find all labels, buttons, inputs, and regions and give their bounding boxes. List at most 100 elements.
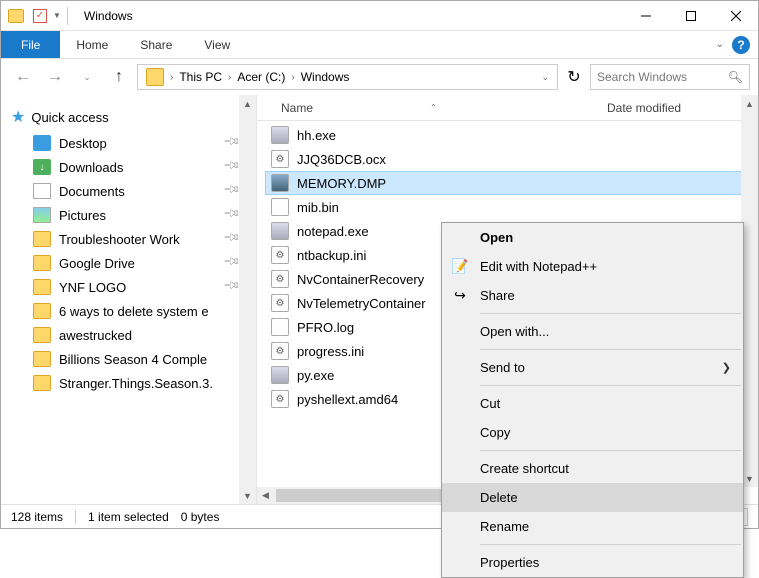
scroll-left-icon[interactable]: ◀ (257, 487, 274, 504)
file-name: hh.exe (297, 128, 336, 143)
up-button[interactable]: ↑ (105, 63, 133, 91)
chevron-right-icon[interactable]: › (168, 72, 175, 83)
search-input[interactable]: Search Windows 🔍︎ (590, 64, 750, 90)
sidebar-item[interactable]: ↓Downloads📌︎ (5, 155, 252, 179)
help-icon[interactable]: ? (732, 36, 750, 54)
file-name: py.exe (297, 368, 334, 383)
folder-icon[interactable] (5, 5, 27, 27)
column-name[interactable]: Name (257, 101, 417, 115)
breadcrumb-dropdown-icon[interactable]: ⌄ (541, 72, 549, 83)
file-row[interactable]: MEMORY.DMP (265, 171, 750, 195)
file-icon (271, 342, 289, 360)
file-row[interactable]: mib.bin (265, 195, 750, 219)
quick-access-toolbar: ✓ ▼ (1, 5, 76, 27)
file-tab[interactable]: File (1, 31, 60, 58)
column-headers: Name ⌃ Date modified (257, 95, 758, 121)
breadcrumb-item[interactable]: Acer (C:) (233, 70, 289, 84)
context-menu: Open📝Edit with Notepad++↪Share Open with.… (441, 222, 744, 578)
maximize-button[interactable] (668, 1, 713, 30)
file-name: ntbackup.ini (297, 248, 366, 263)
quick-access-header[interactable]: ★ Quick access (5, 103, 252, 131)
menu-item[interactable]: Open with... (442, 317, 743, 346)
sidebar-item[interactable]: Stranger.Things.Season.3. (5, 371, 252, 395)
tab-home[interactable]: Home (60, 31, 124, 58)
menu-item[interactable]: Properties (442, 548, 743, 577)
pictures-icon (33, 207, 51, 223)
sort-indicator-icon[interactable]: ⌃ (430, 103, 437, 112)
file-row[interactable]: hh.exe (265, 123, 750, 147)
menu-item-label: Properties (480, 555, 539, 570)
file-icon (271, 150, 289, 168)
menu-item-label: Send to (480, 360, 525, 375)
menu-item[interactable]: Create shortcut (442, 454, 743, 483)
window-controls (623, 1, 758, 30)
scroll-up-icon[interactable]: ▲ (741, 95, 758, 112)
menu-item[interactable]: Rename (442, 512, 743, 541)
menu-item[interactable]: Send to❯ (442, 353, 743, 382)
chevron-right-icon[interactable]: › (289, 72, 296, 83)
downloads-icon: ↓ (33, 159, 51, 175)
breadcrumb-item[interactable]: Windows (297, 70, 354, 84)
back-button[interactable]: ← (9, 63, 37, 91)
file-icon (271, 246, 289, 264)
refresh-button[interactable]: ↻ (562, 65, 586, 89)
folder-icon (33, 231, 51, 247)
sidebar-item[interactable]: 6 ways to delete system e (5, 299, 252, 323)
sidebar-item[interactable]: Documents📌︎ (5, 179, 252, 203)
file-row[interactable]: JJQ36DCB.ocx (265, 147, 750, 171)
menu-item[interactable]: Copy (442, 418, 743, 447)
menu-item-label: Rename (480, 519, 529, 534)
sidebar-item[interactable]: Google Drive📌︎ (5, 251, 252, 275)
scroll-up-icon[interactable]: ▲ (239, 95, 256, 112)
sidebar-item[interactable]: awestrucked (5, 323, 252, 347)
desktop-icon (33, 135, 51, 151)
window-title: Windows (76, 9, 623, 23)
tab-share[interactable]: Share (124, 31, 188, 58)
column-name-label: Name (281, 101, 313, 115)
sidebar-item-label: Pictures (59, 208, 106, 223)
recent-locations-icon[interactable]: ⌄ (73, 63, 101, 91)
sidebar-item[interactable]: YNF LOGO📌︎ (5, 275, 252, 299)
file-name: pyshellext.amd64 (297, 392, 398, 407)
menu-item[interactable]: Open (442, 223, 743, 252)
qat-dropdown-icon[interactable]: ▼ (53, 11, 61, 20)
menu-item[interactable]: ↪Share (442, 281, 743, 310)
search-icon[interactable]: 🔍︎ (728, 70, 743, 84)
sidebar-item[interactable]: Desktop📌︎ (5, 131, 252, 155)
menu-item-label: Delete (480, 490, 518, 505)
chevron-right-icon[interactable]: › (226, 72, 233, 83)
search-placeholder: Search Windows (597, 70, 687, 84)
navigation-pane: ★ Quick access Desktop📌︎↓Downloads📌︎Docu… (1, 95, 257, 504)
quick-access-label: Quick access (31, 110, 108, 125)
tab-view[interactable]: View (188, 31, 246, 58)
status-selected-count: 1 item selected (88, 510, 169, 524)
file-icon (271, 390, 289, 408)
share-icon: ↪ (450, 286, 470, 306)
sidebar-item-label: Google Drive (59, 256, 135, 271)
folder-icon (33, 255, 51, 271)
column-date-modified[interactable]: Date modified (607, 101, 681, 115)
main-area: ★ Quick access Desktop📌︎↓Downloads📌︎Docu… (1, 95, 758, 504)
sidebar-item[interactable]: Billions Season 4 Comple (5, 347, 252, 371)
ribbon-tabs: File Home Share View ⌄ ? (1, 31, 758, 59)
minimize-button[interactable] (623, 1, 668, 30)
menu-item[interactable]: 📝Edit with Notepad++ (442, 252, 743, 281)
address-bar-row: ← → ⌄ ↑ › This PC › Acer (C:) › Windows … (1, 59, 758, 95)
title-bar: ✓ ▼ Windows (1, 1, 758, 31)
close-button[interactable] (713, 1, 758, 30)
breadcrumb-item[interactable]: This PC (175, 70, 226, 84)
forward-button[interactable]: → (41, 63, 69, 91)
sidebar-item[interactable]: Troubleshooter Work📌︎ (5, 227, 252, 251)
status-item-count: 128 items (11, 510, 63, 524)
properties-qat-icon[interactable]: ✓ (29, 5, 51, 27)
menu-item[interactable]: Delete (442, 483, 743, 512)
menu-item-label: Edit with Notepad++ (480, 259, 597, 274)
breadcrumb[interactable]: › This PC › Acer (C:) › Windows ⌄ (137, 64, 558, 90)
ribbon-expand-icon[interactable]: ⌄ (716, 39, 724, 50)
sidebar-item[interactable]: Pictures📌︎ (5, 203, 252, 227)
file-name: NvContainerRecovery (297, 272, 424, 287)
scroll-down-icon[interactable]: ▼ (239, 487, 256, 504)
navpane-scrollbar[interactable]: ▲ ▼ (239, 95, 256, 504)
menu-item[interactable]: Cut (442, 389, 743, 418)
folder-icon (33, 327, 51, 343)
